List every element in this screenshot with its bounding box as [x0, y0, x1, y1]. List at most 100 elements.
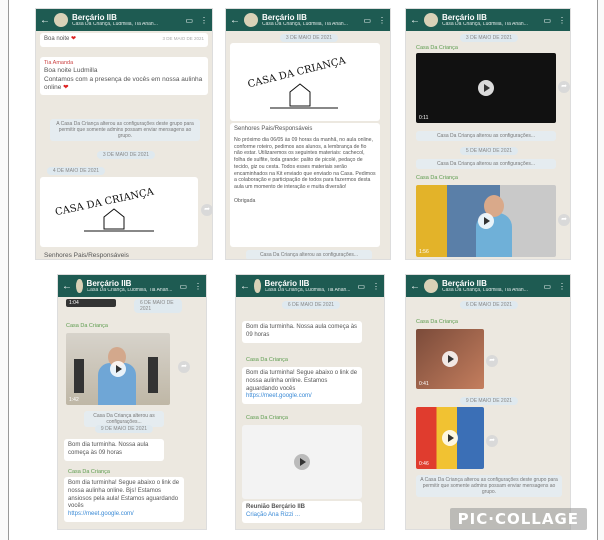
- link-preview-footer[interactable]: Reunião Berçário IIB Criação Ana Rizzi .…: [242, 501, 362, 523]
- chat-subtitle[interactable]: Casa Da Criança, Ludmilla, Tia Anan...: [87, 288, 173, 293]
- date-pill: 6 DE MAIO DE 2021: [459, 301, 519, 309]
- forward-icon[interactable]: ➦: [178, 361, 190, 373]
- sender-name: Casa Da Criança: [416, 45, 458, 51]
- date-pill: 6 DE MAIO DE 2021: [134, 299, 182, 313]
- play-icon[interactable]: [478, 80, 494, 96]
- video-call-icon[interactable]: ▭: [543, 282, 551, 291]
- meet-link[interactable]: https://meet.google.com/: [246, 393, 312, 399]
- play-icon[interactable]: [478, 213, 494, 229]
- chat-screenshot-1: ← Berçário IIB Casa Da Criança, Ludmilla…: [35, 8, 213, 260]
- menu-dots-icon[interactable]: ⋮: [194, 282, 202, 291]
- sender-name: Tia Amanda: [44, 60, 74, 66]
- sign-text: Obrigada: [234, 197, 256, 204]
- menu-dots-icon[interactable]: ⋮: [372, 282, 380, 291]
- chat-title[interactable]: Berçário IIB: [72, 13, 178, 22]
- date-pill: 9 DE MAIO DE 2021: [459, 397, 519, 405]
- message-time: 3 DE MAIO DE 2021: [162, 36, 204, 41]
- chat-subtitle[interactable]: Casa Da Criança, Ludmilla, Tia Anan...: [442, 22, 536, 27]
- forward-icon[interactable]: ➦: [486, 355, 498, 367]
- message-text: Bom dia turminha! Segue abaixo o link de…: [68, 480, 180, 510]
- play-icon[interactable]: [294, 454, 310, 470]
- sender-name: Casa Da Criança: [416, 175, 458, 181]
- menu-dots-icon[interactable]: ⋮: [558, 282, 566, 291]
- forward-icon[interactable]: ➦: [558, 214, 570, 226]
- message-text: Bom dia turminha! Segue abaixo o link de…: [246, 370, 358, 392]
- video-call-icon[interactable]: ▭: [357, 282, 365, 291]
- video-message[interactable]: 0:46: [416, 407, 484, 469]
- back-arrow-icon[interactable]: ←: [230, 15, 240, 26]
- image-message[interactable]: CASA DA CRIANÇA: [230, 43, 380, 121]
- video-call-icon[interactable]: ▭: [543, 16, 551, 25]
- back-arrow-icon[interactable]: ←: [410, 15, 420, 26]
- sender-name: Casa Da Criança: [246, 415, 288, 421]
- play-icon[interactable]: [110, 361, 126, 377]
- hearts-icon: ❤: [63, 84, 69, 92]
- group-avatar[interactable]: [424, 13, 438, 27]
- video-message[interactable]: 1:04: [66, 299, 116, 307]
- group-avatar[interactable]: [54, 13, 68, 27]
- message-bubble: Bom dia turminha! Segue abaixo o link de…: [242, 367, 362, 405]
- date-pill: 3 DE MAIO DE 2021: [279, 34, 339, 42]
- chat-header: ← Berçário IIB Casa Da Criança, Ludmilla…: [226, 9, 390, 31]
- chat-screenshot-4: ← Berçário IIB Casa Da Criança, Ludmilla…: [57, 274, 207, 530]
- chat-title[interactable]: Berçário IIB: [442, 13, 536, 22]
- child-figure: [74, 359, 84, 393]
- menu-dots-icon[interactable]: ⋮: [378, 16, 386, 25]
- system-notice: Casa Da Criança alterou as configurações…: [416, 131, 556, 141]
- play-icon[interactable]: [442, 430, 458, 446]
- logo-text: CASA DA CRIANÇA: [54, 186, 155, 218]
- image-message[interactable]: CASA DA CRIANÇA: [40, 177, 198, 247]
- group-avatar[interactable]: [254, 279, 261, 293]
- logo-text: CASA DA CRIANÇA: [247, 55, 348, 90]
- chat-title[interactable]: Berçário IIB: [442, 279, 536, 288]
- back-arrow-icon[interactable]: ←: [40, 15, 50, 26]
- house-drawing: CASA DA CRIANÇA: [247, 55, 348, 109]
- video-message[interactable]: 1:42: [66, 333, 170, 405]
- video-message[interactable]: 1:56: [416, 185, 556, 257]
- chat-screenshot-5: ← Berçário IIB Casa Da Criança, Ludmilla…: [235, 274, 385, 530]
- collage-frame: ← Berçário IIB Casa Da Criança, Ludmilla…: [8, 0, 598, 540]
- chat-screenshot-6: ← Berçário IIB Casa Da Criança, Ludmilla…: [405, 274, 571, 530]
- chat-subtitle[interactable]: Casa Da Criança, Ludmilla, Tia Anan...: [442, 288, 536, 293]
- message-text: Bom dia turminha. Nossa aula começa às 0…: [68, 442, 149, 456]
- video-call-icon[interactable]: ▭: [185, 16, 193, 25]
- chat-subtitle[interactable]: Casa Da Criança, Ludmilla, Tia Anan...: [72, 22, 178, 27]
- system-notice: Casa Da Criança alterou as configurações…: [246, 250, 372, 259]
- video-call-icon[interactable]: ▭: [179, 282, 187, 291]
- group-avatar[interactable]: [244, 13, 258, 27]
- forward-icon[interactable]: ➦: [201, 204, 212, 216]
- date-pill: 3 DE MAIO DE 2021: [96, 151, 156, 159]
- forward-icon[interactable]: ➦: [558, 81, 570, 93]
- link-preview[interactable]: [242, 425, 362, 499]
- meet-link[interactable]: https://meet.google.com/: [68, 511, 134, 517]
- chat-title[interactable]: Berçário IIB: [265, 279, 351, 288]
- back-arrow-icon[interactable]: ←: [62, 281, 72, 292]
- chat-subtitle[interactable]: Casa Da Criança, Ludmilla, Tia Anan...: [262, 22, 356, 27]
- chat-screenshot-3: ← Berçário IIB Casa Da Criança, Ludmilla…: [405, 8, 571, 260]
- collage: ← Berçário IIB Casa Da Criança, Ludmilla…: [27, 6, 597, 536]
- menu-dots-icon[interactable]: ⋮: [558, 16, 566, 25]
- video-duration: 1:04: [69, 300, 79, 306]
- group-avatar[interactable]: [424, 279, 438, 293]
- system-notice: Casa Da Criança alterou as configurações…: [416, 159, 556, 169]
- menu-dots-icon[interactable]: ⋮: [200, 16, 208, 25]
- chat-title[interactable]: Berçário IIB: [262, 13, 356, 22]
- group-avatar[interactable]: [76, 279, 83, 293]
- message-bubble: Tia Amanda Boa noite Ludmilla Contamos c…: [40, 57, 208, 96]
- date-pill: 5 DE MAIO DE 2021: [459, 147, 519, 155]
- chat-screenshot-2: ← Berçário IIB Casa Da Criança, Ludmilla…: [225, 8, 391, 260]
- sender-name: Casa Da Criança: [68, 469, 110, 475]
- video-duration: 0:46: [419, 461, 429, 467]
- video-duration: 1:42: [69, 397, 79, 403]
- forward-icon[interactable]: ➦: [486, 435, 498, 447]
- play-icon[interactable]: [442, 351, 458, 367]
- system-notice: A Casa Da Criança alterou as configuraçõ…: [416, 475, 562, 497]
- video-message[interactable]: 0:11: [416, 53, 556, 123]
- chat-title[interactable]: Berçário IIB: [87, 279, 173, 288]
- video-message[interactable]: 0:41: [416, 329, 484, 389]
- back-arrow-icon[interactable]: ←: [410, 281, 420, 292]
- video-call-icon[interactable]: ▭: [363, 16, 371, 25]
- chat-subtitle[interactable]: Casa Da Criança, Ludmilla, Tia Anan...: [265, 288, 351, 293]
- back-arrow-icon[interactable]: ←: [240, 281, 250, 292]
- sender-name: Casa Da Criança: [66, 323, 108, 329]
